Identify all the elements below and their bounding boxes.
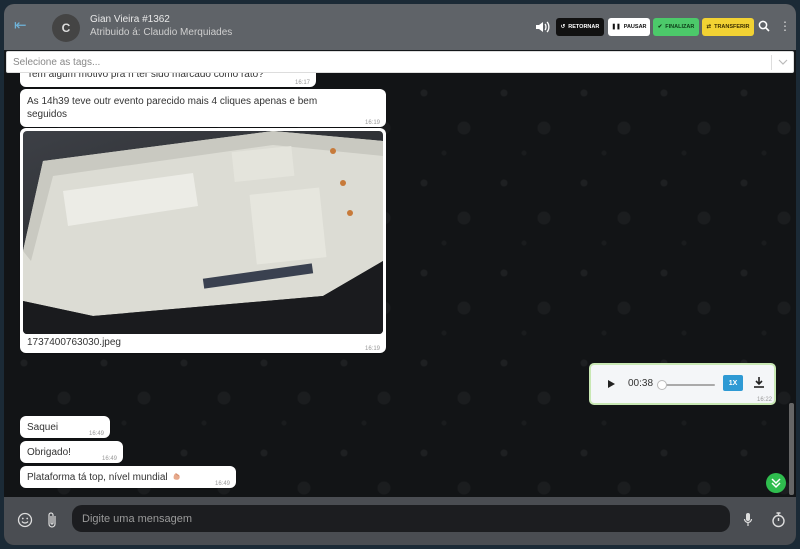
microphone-icon[interactable] — [743, 512, 753, 528]
transfer-icon: ⇄ — [706, 24, 712, 30]
transferir-label: TRANSFERIR — [714, 24, 750, 30]
chevron-down-icon[interactable] — [778, 58, 788, 66]
message-text: Plataforma tá top, nível mundial — [27, 472, 168, 483]
avatar[interactable]: C — [52, 14, 80, 42]
finalizar-button[interactable]: ✔ FINALIZAR — [653, 18, 699, 36]
timer-icon[interactable] — [771, 511, 786, 528]
play-icon[interactable] — [606, 379, 616, 389]
audio-duration: 00:38 — [628, 378, 654, 389]
tags-divider — [771, 55, 772, 70]
message-time: 16:19 — [364, 346, 380, 352]
file-name[interactable]: 1737400763030.jpeg — [27, 336, 121, 349]
attached-photo[interactable] — [23, 131, 383, 334]
search-icon[interactable] — [758, 20, 770, 32]
chat-header: ⇤ C Gian Vieira #1362 Atribuido á: Claud… — [4, 4, 796, 50]
transferir-button[interactable]: ⇄ TRANSFERIR — [702, 18, 754, 36]
avatar-initial: C — [61, 21, 71, 35]
undo-icon: ↺ — [560, 24, 566, 30]
message-time: 16:49 — [214, 481, 230, 487]
audio-progress-handle[interactable] — [657, 380, 667, 390]
photo-content — [23, 131, 383, 334]
tags-input[interactable] — [13, 55, 753, 70]
clapping-hands-emoji-icon — [174, 473, 181, 480]
audio-message: 00:38 1X 16:22 — [589, 363, 776, 405]
image-message[interactable]: 1737400763030.jpeg 16:19 — [20, 128, 386, 353]
message-list: Tem algum motivo pra ñ ter sido marcado … — [4, 73, 796, 497]
message-time: 16:22 — [756, 397, 772, 403]
tags-selector[interactable] — [6, 51, 794, 73]
message-composer — [4, 497, 796, 545]
message-time: 16:17 — [294, 80, 310, 86]
message-text: Tem algum motivo pra ñ ter sido marcado … — [27, 73, 264, 80]
retornar-button[interactable]: ↺ RETORNAR — [556, 18, 604, 36]
pause-icon: ❚❚ — [611, 24, 621, 30]
chat-window: ⇤ C Gian Vieira #1362 Atribuido á: Claud… — [4, 4, 796, 545]
message-text: As 14h39 teve outr evento parecido mais … — [27, 96, 318, 120]
pausar-button[interactable]: ❚❚ PAUSAR — [608, 18, 650, 36]
assigned-agent: Atribuido á: Claudio Merquiades — [90, 27, 233, 38]
message-time: 16:49 — [88, 431, 104, 437]
message-bubble: Plataforma tá top, nível mundial 16:49 — [20, 466, 236, 488]
more-options-icon[interactable]: ⋮ — [779, 18, 791, 34]
message-text: Saquei — [27, 422, 59, 433]
retornar-label: RETORNAR — [568, 24, 600, 30]
message-bubble: As 14h39 teve outr evento parecido mais … — [20, 89, 386, 127]
message-bubble: Saquei 16:49 — [20, 416, 110, 438]
message-input[interactable] — [72, 505, 730, 532]
message-bubble: Tem algum motivo pra ñ ter sido marcado … — [20, 73, 316, 87]
scrollbar-thumb[interactable] — [789, 403, 794, 495]
contact-name: Gian Vieira #1362 — [90, 14, 170, 25]
message-text: Obrigado! — [27, 447, 71, 458]
finalizar-label: FINALIZAR — [665, 24, 695, 30]
back-arrow-icon[interactable]: ⇤ — [14, 18, 28, 34]
download-icon[interactable] — [753, 376, 765, 389]
emoji-icon[interactable] — [17, 512, 33, 528]
message-bubble: Obrigado! 16:49 — [20, 441, 123, 463]
audio-progress-track[interactable] — [659, 384, 715, 386]
message-time: 16:49 — [101, 456, 117, 462]
playback-speed-button[interactable]: 1X — [723, 375, 743, 391]
pausar-label: PAUSAR — [623, 24, 647, 30]
paperclip-icon[interactable] — [46, 511, 58, 529]
message-time: 16:19 — [364, 120, 380, 126]
scroll-down-icon[interactable] — [766, 473, 786, 493]
message-text-wrap: Plataforma tá top, nível mundial — [27, 471, 182, 484]
check-icon: ✔ — [657, 24, 663, 30]
speaker-icon[interactable] — [534, 19, 550, 35]
